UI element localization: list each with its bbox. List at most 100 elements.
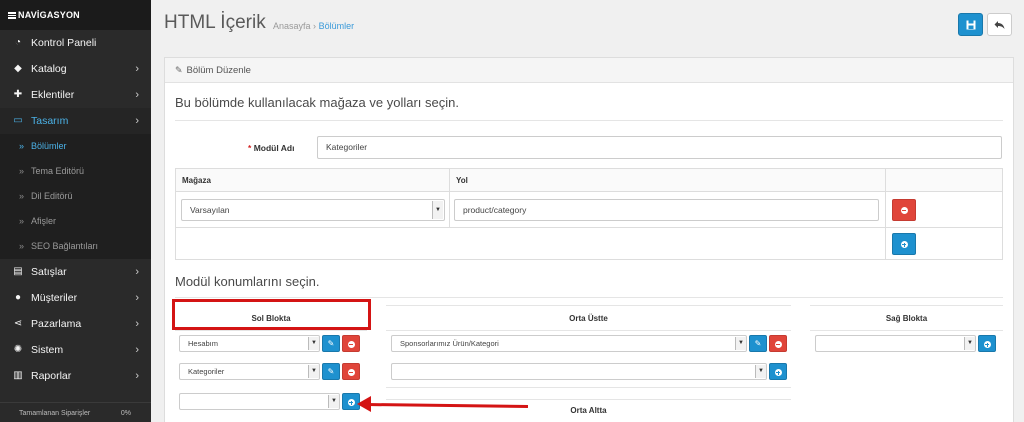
chevron-right-icon: ›	[135, 318, 139, 330]
edit-module-button[interactable]: ✎	[322, 363, 340, 380]
tags-icon: ◆	[14, 63, 22, 74]
dropdown-arrow-icon: ▼	[308, 365, 319, 378]
divider	[175, 330, 367, 331]
dropdown-arrow-icon: ▼	[735, 337, 746, 350]
hamburger-icon	[8, 11, 16, 20]
sidebar-subitem-banners[interactable]: » Afişler	[0, 209, 151, 234]
double-chevron-icon: »	[19, 166, 25, 176]
pencil-icon: ✎	[175, 65, 183, 75]
dropdown-arrow-icon: ▼	[755, 365, 766, 378]
double-chevron-icon: »	[19, 216, 25, 226]
sidebar-item-customers[interactable]: ● Müşteriler ›	[0, 285, 151, 311]
sidebar-item-catalog[interactable]: ◆ Katalog ›	[0, 56, 151, 82]
annotation-arrow-head	[357, 396, 371, 412]
sidebar-item-design[interactable]: ▭ Tasarım ›	[0, 108, 151, 134]
divider	[810, 305, 1003, 306]
sidebar-subitem-seo-urls[interactable]: » SEO Bağlantıları	[0, 234, 151, 259]
pencil-icon: ✎	[327, 339, 335, 348]
breadcrumb: Anasayfa › Bölümler	[273, 21, 354, 31]
chevron-right-icon: ›	[135, 115, 139, 127]
save-icon	[966, 20, 975, 30]
save-button[interactable]	[958, 13, 983, 36]
store-select[interactable]: Varsayılan ▼	[181, 199, 445, 221]
bar-chart-icon: ▥	[13, 370, 23, 381]
edit-module-button[interactable]: ✎	[322, 335, 340, 352]
dropdown-arrow-icon: ▼	[432, 201, 443, 219]
add-module-button[interactable]	[978, 335, 996, 352]
minus-circle-icon	[900, 207, 908, 214]
plus-circle-icon	[900, 241, 908, 248]
bottom-column-title: Orta Altta	[570, 406, 607, 415]
remove-module-button[interactable]	[769, 335, 787, 352]
sidebar-item-extensions[interactable]: ✚ Eklentiler ›	[0, 82, 151, 108]
chevron-right-icon: ›	[135, 63, 139, 75]
remove-module-button[interactable]	[342, 335, 360, 352]
share-icon: ⋖	[13, 318, 23, 329]
left-add-module-select[interactable]: ▼	[179, 393, 340, 410]
sidebar-subitem-language-editor[interactable]: » Dil Editörü	[0, 184, 151, 209]
table-header-actions	[885, 168, 1003, 192]
dropdown-arrow-icon: ▼	[308, 337, 319, 350]
table-header-route: Yol	[449, 168, 886, 192]
double-chevron-icon: »	[19, 241, 25, 251]
edit-module-button[interactable]: ✎	[749, 335, 767, 352]
sidebar-item-dashboard[interactable]: ◔ Kontrol Paneli	[0, 30, 151, 56]
user-icon: ●	[14, 292, 22, 303]
double-chevron-icon: »	[19, 141, 25, 151]
sidebar-subitem-theme-editor[interactable]: » Tema Editörü	[0, 159, 151, 184]
back-button[interactable]	[987, 13, 1012, 36]
pencil-icon: ✎	[327, 367, 335, 376]
reply-icon	[994, 21, 1005, 29]
top-module-select[interactable]: Sponsorlarımız Ürün/Kategori ▼	[391, 335, 747, 352]
add-route-button[interactable]	[892, 233, 916, 255]
chevron-right-icon: ›	[135, 292, 139, 304]
highlight-box-annotation	[172, 299, 371, 330]
breadcrumb-home[interactable]: Anasayfa	[273, 21, 311, 31]
module-name-label: * Modül Adı	[248, 143, 295, 153]
divider	[175, 120, 1003, 121]
top-column-title: Orta Üstte	[569, 314, 608, 323]
divider	[386, 305, 791, 306]
breadcrumb-current[interactable]: Bölümler	[319, 21, 355, 31]
sidebar-item-sales[interactable]: ▤ Satışlar ›	[0, 259, 151, 285]
table-header-store: Mağaza	[175, 168, 450, 192]
double-chevron-icon: »	[19, 191, 25, 201]
minus-circle-icon	[774, 341, 782, 348]
sidebar-item-system[interactable]: ✺ Sistem ›	[0, 337, 151, 363]
remove-route-button[interactable]	[892, 199, 916, 221]
left-module-select[interactable]: Hesabım ▼	[179, 335, 320, 352]
plus-circle-icon	[774, 369, 782, 376]
left-module-select[interactable]: Kategoriler ▼	[179, 363, 320, 380]
sidebar-item-reports[interactable]: ▥ Raporlar ›	[0, 363, 151, 389]
divider	[386, 387, 791, 388]
plus-circle-icon	[983, 341, 991, 348]
remove-module-button[interactable]	[342, 363, 360, 380]
sidebar-item-marketing[interactable]: ⋖ Pazarlama ›	[0, 311, 151, 337]
dashboard-icon: ◔	[14, 37, 22, 48]
sidebar-subitem-sections[interactable]: » Bölümler	[0, 134, 151, 159]
edit-layout-panel: ✎ Bölüm Düzenle Bu bölümde kullanılacak m…	[164, 57, 1014, 422]
pencil-icon: ✎	[754, 339, 762, 348]
top-add-module-select[interactable]: ▼	[391, 363, 767, 380]
chevron-right-icon: ›	[135, 344, 139, 356]
cart-icon: ▤	[13, 266, 23, 277]
breadcrumb-separator: ›	[313, 21, 317, 31]
divider	[386, 330, 791, 331]
sidebar: NAVİGASYON ◔ Kontrol Paneli ◆ Katalog › …	[0, 0, 151, 422]
add-module-button[interactable]	[769, 363, 787, 380]
minus-circle-icon	[347, 341, 355, 348]
plus-circle-icon	[347, 399, 355, 406]
route-input[interactable]: product/category	[454, 199, 879, 221]
minus-circle-icon	[347, 369, 355, 376]
navigation-header[interactable]: NAVİGASYON	[0, 0, 151, 30]
gear-icon: ✺	[13, 344, 23, 355]
module-name-input[interactable]: Kategoriler	[317, 136, 1002, 159]
right-add-module-select[interactable]: ▼	[815, 335, 976, 352]
divider	[810, 330, 1003, 331]
puzzle-icon: ✚	[13, 89, 23, 100]
chevron-right-icon: ›	[135, 89, 139, 101]
dropdown-arrow-icon: ▼	[328, 395, 339, 408]
divider	[386, 399, 791, 400]
divider	[175, 297, 1003, 298]
chevron-right-icon: ›	[135, 266, 139, 278]
